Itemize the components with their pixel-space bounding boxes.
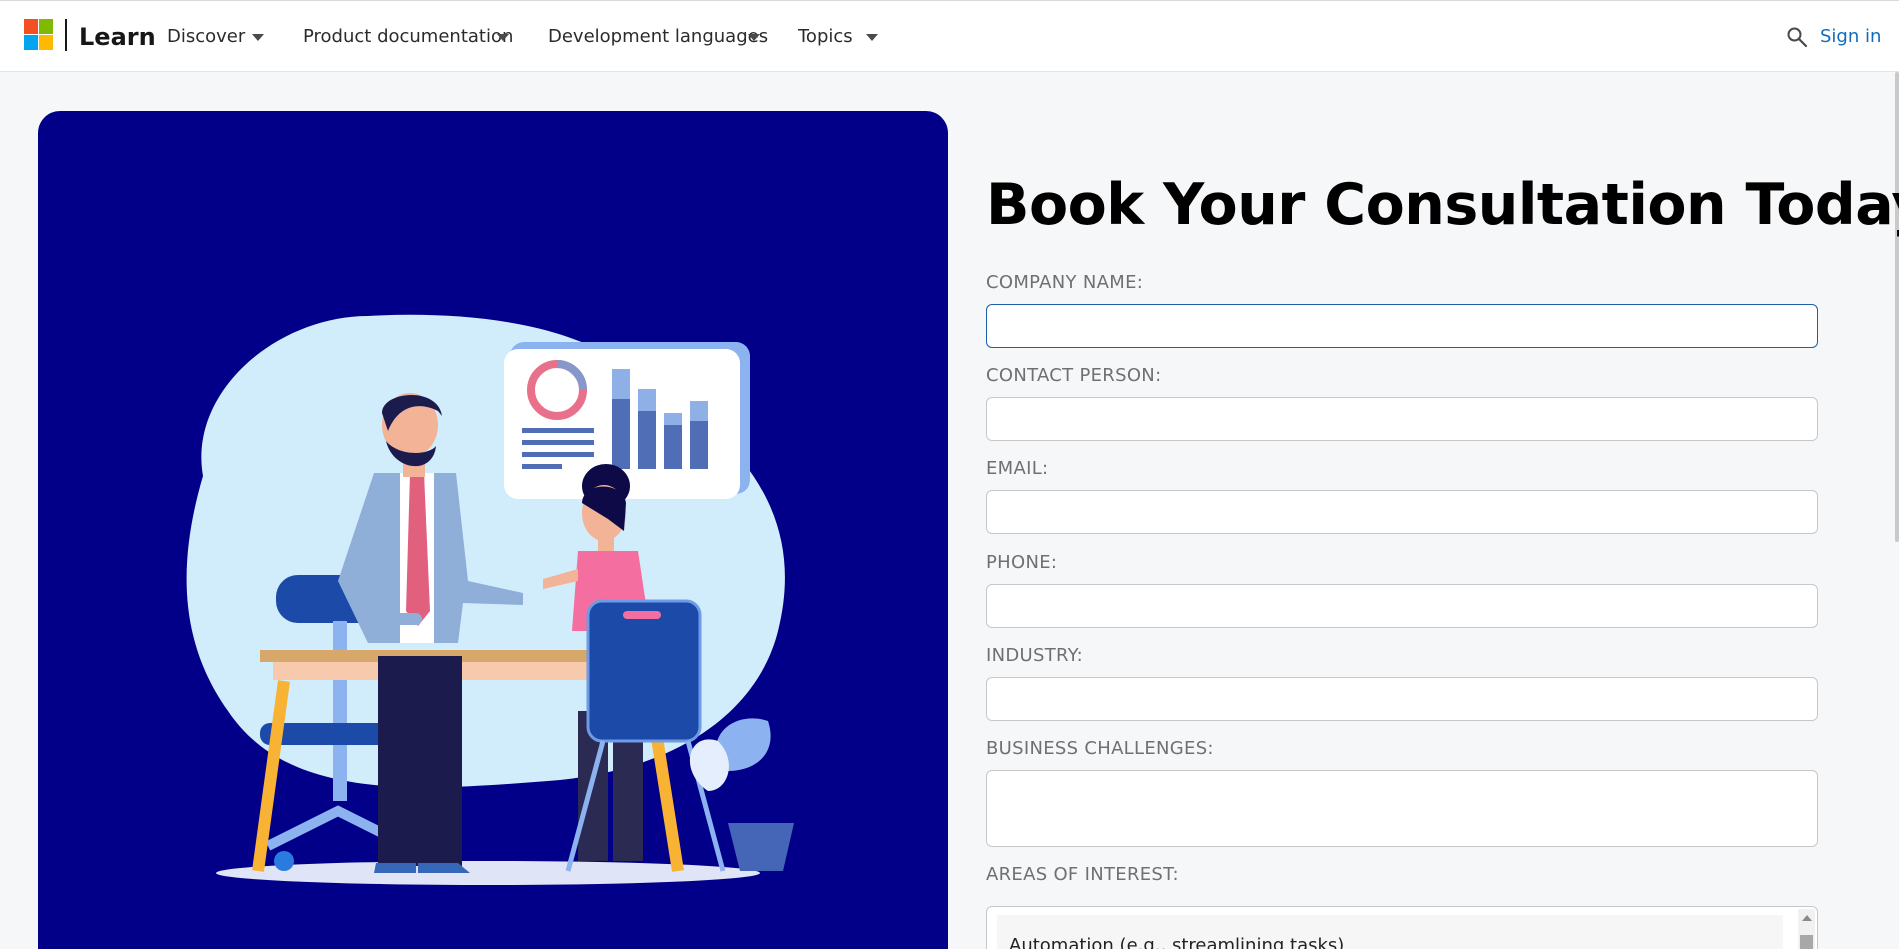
company-name-input[interactable] (986, 304, 1818, 348)
logo-red-square (24, 19, 38, 34)
contact-person-input[interactable] (986, 397, 1818, 441)
microsoft-logo[interactable] (24, 19, 53, 50)
contact-person-label: CONTACT PERSON: (986, 365, 1162, 386)
company-name-label: COMPANY NAME: (986, 272, 1144, 293)
consultation-illustration (186, 314, 794, 885)
logo-blue-square (24, 35, 38, 50)
nav-discover[interactable]: Discover (167, 26, 245, 47)
top-navigation-bar: Learn Discover Product documentation Dev… (0, 0, 1899, 72)
page-scrollbar[interactable] (1895, 72, 1899, 542)
logo-green-square (39, 19, 53, 34)
phone-label: PHONE: (986, 552, 1058, 573)
chevron-down-icon[interactable] (748, 34, 760, 41)
email-label: EMAIL: (986, 458, 1049, 479)
nav-development-languages[interactable]: Development languages (548, 26, 768, 47)
areas-of-interest-listbox[interactable]: Automation (e.g., streamlining tasks) (986, 906, 1818, 949)
chevron-down-icon[interactable] (252, 34, 264, 41)
search-icon[interactable] (1786, 26, 1808, 48)
phone-input[interactable] (986, 584, 1818, 628)
business-challenges-textarea[interactable] (986, 770, 1818, 847)
industry-label: INDUSTRY: (986, 645, 1083, 666)
nav-topics[interactable]: Topics (798, 26, 853, 47)
chevron-down-icon[interactable] (866, 34, 878, 41)
areas-of-interest-label: AREAS OF INTEREST: (986, 864, 1179, 885)
logo-yellow-square (39, 35, 53, 50)
logo-divider (65, 19, 67, 51)
interest-option-automation[interactable]: Automation (e.g., streamlining tasks) (997, 915, 1783, 949)
listbox-scrollbar[interactable] (1798, 909, 1815, 949)
sign-in-link[interactable]: Sign in (1820, 26, 1881, 47)
industry-input[interactable] (986, 677, 1818, 721)
learn-home-link[interactable]: Learn (79, 23, 156, 51)
email-input[interactable] (986, 490, 1818, 534)
hero-illustration-panel (38, 111, 948, 949)
page-title: Book Your Consultation Today (986, 172, 1899, 238)
chevron-down-icon[interactable] (497, 34, 509, 41)
nav-product-documentation[interactable]: Product documentation (303, 26, 513, 47)
business-challenges-label: BUSINESS CHALLENGES: (986, 738, 1214, 759)
scroll-thumb[interactable] (1800, 935, 1813, 949)
scroll-up-arrow-icon[interactable] (1802, 915, 1812, 921)
